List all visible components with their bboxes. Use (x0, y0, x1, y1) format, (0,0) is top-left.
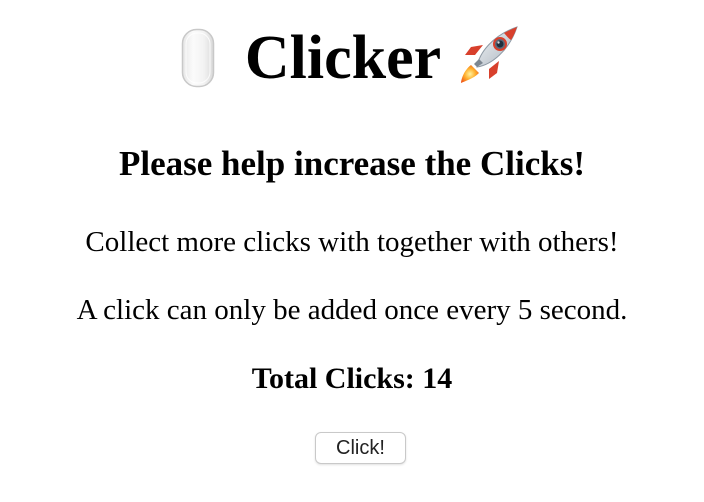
rate-limit-text: A click can only be added once every 5 s… (76, 294, 628, 326)
subtitle: Please help increase the Clicks! (119, 144, 585, 183)
rocket-icon (457, 21, 523, 87)
page-title: Clicker (0, 22, 704, 94)
click-button[interactable]: Click! (315, 432, 406, 464)
total-clicks-counter: Total Clicks: 14 (251, 362, 453, 395)
description-text: Collect more clicks with together with o… (85, 226, 619, 258)
title-text: Clicker (244, 24, 442, 92)
mouse-icon (181, 28, 215, 88)
page: Clicker Please help increase the Clicks!… (0, 0, 704, 502)
